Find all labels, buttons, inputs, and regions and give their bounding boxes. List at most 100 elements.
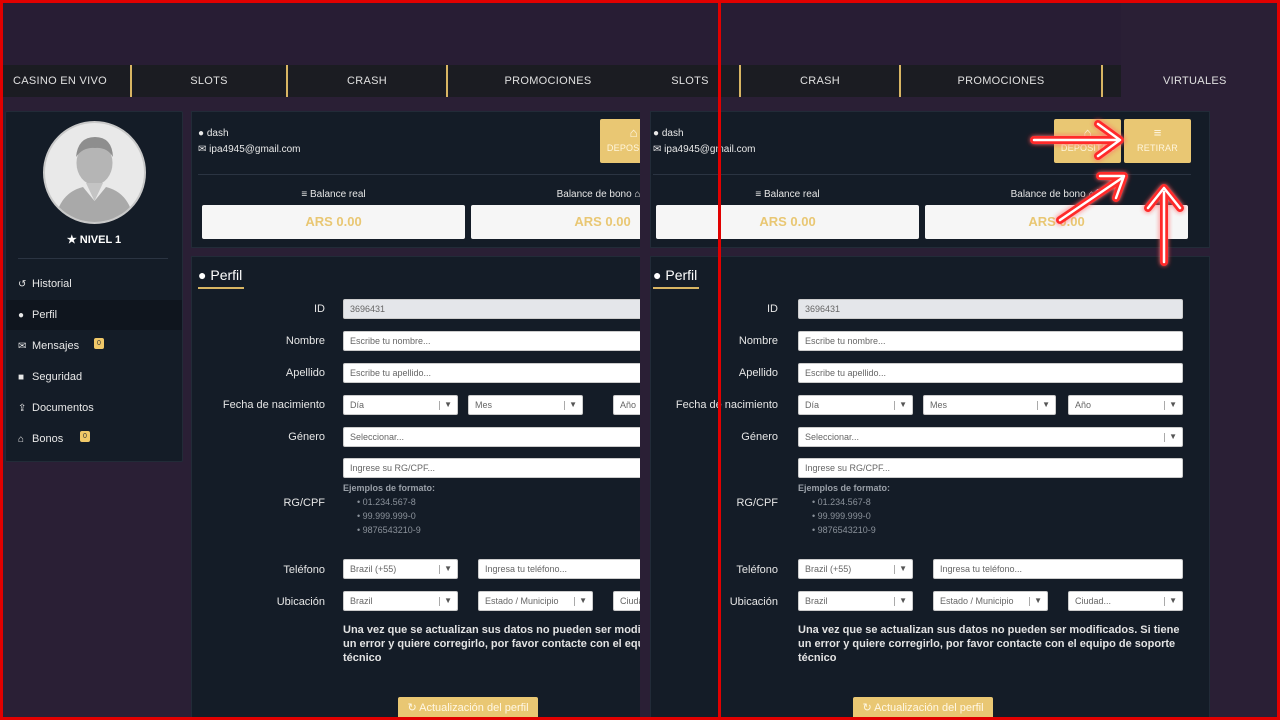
- document-input[interactable]: Ingrese su RG/CPF...: [798, 458, 1183, 478]
- name-input[interactable]: Escribe tu nombre...: [798, 331, 1183, 351]
- messages-badge: 0: [94, 338, 104, 349]
- surname-input[interactable]: Escribe tu apellido...: [798, 363, 1183, 383]
- state-select[interactable]: Estado / Municipio ▼: [478, 591, 593, 611]
- format-title: Ejemplos de formato:: [343, 483, 436, 493]
- nav-promociones[interactable]: PROMOCIONES: [448, 65, 640, 97]
- format-example-text: 99.999.999-0: [817, 511, 871, 521]
- nav-virtuales[interactable]: VIRTUALES: [1103, 65, 1243, 97]
- chevron-down-icon: ▼: [1042, 400, 1050, 409]
- month-select[interactable]: Mes ▼: [468, 395, 583, 415]
- top-band: [640, 0, 1121, 65]
- format-example-text: 9876543210-9: [362, 525, 421, 535]
- update-profile-button[interactable]: ↻ Actualización del perfil: [853, 697, 993, 719]
- gender-select[interactable]: Seleccionar...▼: [343, 427, 640, 447]
- year-select-text: Año: [620, 400, 637, 410]
- divider: [198, 174, 640, 175]
- country-select[interactable]: Brazil ▼: [798, 591, 913, 611]
- lock-icon: ■: [18, 372, 25, 383]
- name-input[interactable]: Escribe tu nombre...: [343, 331, 640, 351]
- nav-slots[interactable]: SLOTS: [132, 65, 286, 97]
- username: ● dash: [198, 128, 229, 139]
- format-example-text: 01.234.567-8: [817, 497, 871, 507]
- month-select[interactable]: Mes ▼: [923, 395, 1056, 415]
- sidebar-item-mensajes[interactable]: ✉ Mensajes 0: [6, 331, 182, 361]
- nav-crash[interactable]: CRASH: [288, 65, 446, 97]
- id-field: 3696431: [343, 299, 640, 319]
- bonus-balance-label-text: Balance de bono: [556, 189, 632, 200]
- phone-country-select[interactable]: Brazil (+55) ▼: [798, 559, 913, 579]
- profile-sidebar: ★ NIVEL 1 ↺ Historial ● Perfil ✉ Mensajes 0 …: [5, 111, 183, 462]
- id-field: 3696431: [798, 299, 1183, 319]
- divider: [574, 597, 575, 606]
- nav-promociones[interactable]: PROMOCIONES: [901, 65, 1101, 97]
- update-notice: Una vez que se actualizan sus datos no p…: [798, 624, 1180, 664]
- year-select[interactable]: Año▼: [613, 395, 640, 415]
- sidebar-item-documentos[interactable]: ⇪ Documentos: [6, 393, 182, 423]
- state-select-text: Estado / Municipio: [485, 596, 559, 606]
- divider: [653, 174, 1191, 175]
- country-select[interactable]: Brazil ▼: [343, 591, 458, 611]
- title-underline: [198, 287, 244, 289]
- user-silhouette-icon: [55, 137, 134, 222]
- day-select[interactable]: Día ▼: [343, 395, 458, 415]
- deposit-button[interactable]: ⌂ DEPOSITAR: [1054, 119, 1121, 163]
- level-label: ★ NIVEL 1: [6, 233, 182, 246]
- day-select[interactable]: Día ▼: [798, 395, 913, 415]
- year-select[interactable]: Año▼: [1068, 395, 1183, 415]
- chevron-down-icon: ▼: [899, 596, 907, 605]
- divider: [18, 258, 168, 259]
- format-example-text: 99.999.999-0: [362, 511, 416, 521]
- sidebar-item-bonos[interactable]: ⌂ Bonos 0: [6, 424, 182, 454]
- update-profile-label: Actualización del perfil: [874, 702, 984, 714]
- deposit-label: DEPOSITAR: [1060, 143, 1115, 153]
- phone-input[interactable]: Ingresa tu teléfono...: [478, 559, 640, 579]
- divider: [1164, 433, 1165, 442]
- state-select[interactable]: Estado / Municipio ▼: [933, 591, 1048, 611]
- phone-input[interactable]: Ingresa tu teléfono...: [933, 559, 1183, 579]
- sidebar-item-historial[interactable]: ↺ Historial: [6, 269, 182, 299]
- state-select-text: Estado / Municipio: [940, 596, 1014, 606]
- upload-icon: ⇪: [18, 403, 27, 414]
- format-example: • 99.999.999-0: [812, 511, 871, 521]
- bonus-balance-label: Balance de bono ⌂0: [925, 189, 1188, 200]
- city-select-text: Ciudad...: [620, 596, 640, 606]
- gift-icon: ⌂: [18, 434, 25, 445]
- bonos-badge: 0: [80, 431, 90, 442]
- real-balance-label-text: Balance real: [310, 189, 366, 200]
- update-profile-button[interactable]: ↻ Actualización del perfil: [398, 697, 538, 719]
- divider: [1164, 401, 1165, 410]
- city-select[interactable]: Ciudad...▼: [1068, 591, 1183, 611]
- month-select-text: Mes: [475, 400, 493, 410]
- nav-crash[interactable]: CRASH: [741, 65, 899, 97]
- nav-casino-en-vivo[interactable]: CASINO EN VIVO: [0, 65, 129, 97]
- withdraw-button[interactable]: ≡ RETIRAR: [1124, 119, 1191, 163]
- envelope-icon: ✉: [18, 341, 27, 352]
- document-input[interactable]: Ingrese su RG/CPF...: [343, 458, 640, 478]
- phone-label: Teléfono: [736, 564, 778, 576]
- surname-input[interactable]: Escribe tu apellido...: [343, 363, 640, 383]
- chevron-down-icon: ▼: [1169, 400, 1177, 409]
- sidebar-item-perfil[interactable]: ● Perfil: [6, 300, 182, 330]
- city-select[interactable]: Ciudad...▼: [613, 591, 640, 611]
- profile-box: ● Perfil ID 3696431 Nombre Escribe tu no…: [191, 256, 640, 720]
- history-icon: ↺: [18, 279, 27, 290]
- gender-select[interactable]: Seleccionar...▼: [798, 427, 1183, 447]
- envelope-icon: ✉: [198, 144, 207, 155]
- divider: [1164, 597, 1165, 606]
- coins-icon: ≡: [755, 189, 762, 200]
- deposit-button[interactable]: ⌂ DEPOSITAR: [600, 119, 640, 163]
- phone-country-select[interactable]: Brazil (+55) ▼: [343, 559, 458, 579]
- page-title: ● Perfil: [198, 267, 242, 283]
- divider: [1029, 597, 1030, 606]
- chevron-down-icon: ▼: [444, 596, 452, 605]
- right-panel: SLOTS CRASH PROMOCIONES VIRTUALES ● dash…: [640, 0, 1280, 720]
- user-icon: ●: [198, 267, 207, 283]
- page-title-text: Perfil: [665, 267, 698, 283]
- bonus-badge: 0: [1094, 189, 1103, 196]
- sidebar-item-seguridad[interactable]: ■ Seguridad: [6, 362, 182, 392]
- divider: [894, 565, 895, 574]
- username-text: dash: [661, 128, 684, 139]
- real-balance-label: ≡ Balance real: [202, 189, 465, 200]
- chevron-down-icon: ▼: [569, 400, 577, 409]
- document-label: RG/CPF: [736, 497, 778, 509]
